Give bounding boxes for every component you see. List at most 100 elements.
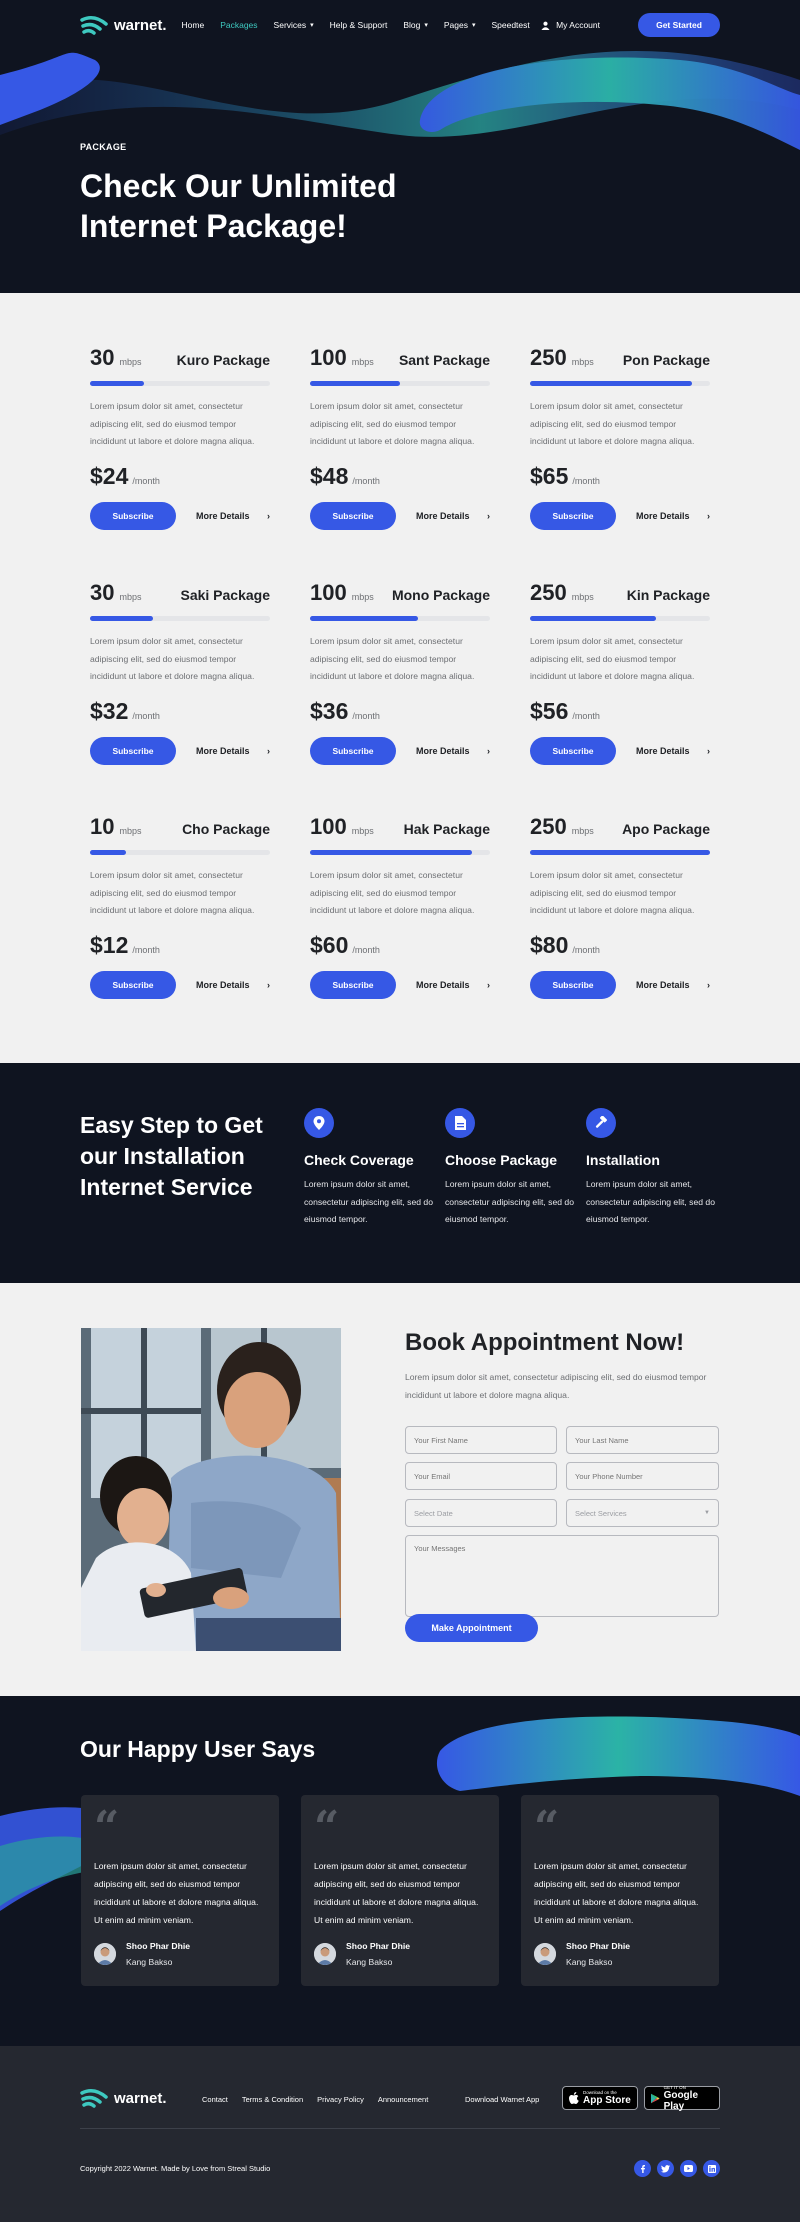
wifi-logo-icon	[80, 2089, 108, 2108]
services-select[interactable]: Select Services ▼	[566, 1499, 719, 1527]
first-name-field[interactable]	[405, 1426, 557, 1454]
package-actions: Subscribe More Details ›	[530, 970, 710, 999]
linkedin-icon[interactable]	[703, 2160, 720, 2177]
nav-item-speedtest[interactable]: Speedtest	[491, 20, 529, 30]
footer-link-announcement[interactable]: Announcement	[378, 2095, 428, 2104]
steps-title: Easy Step to Get our Installation Intern…	[80, 1112, 263, 1200]
footer-logo[interactable]: warnet.	[80, 2087, 167, 2109]
author-name: Shoo Phar Dhie	[126, 1941, 190, 1951]
subscribe-button[interactable]: Subscribe	[90, 736, 176, 765]
footer-link-terms[interactable]: Terms & Condition	[242, 2095, 303, 2104]
speed-bar	[90, 850, 270, 855]
nav-item-home[interactable]: Home	[182, 20, 205, 30]
youtube-icon[interactable]	[680, 2160, 697, 2177]
get-started-button[interactable]: Get Started	[638, 13, 720, 37]
copyright-text: Copyright 2022 Warnet. Made by Love from…	[80, 2164, 271, 2173]
quote-icon: “	[94, 1802, 120, 1853]
my-account-link[interactable]: My Account	[541, 20, 600, 30]
subscribe-button[interactable]: Subscribe	[530, 736, 616, 765]
package-speed-unit: mbps	[571, 826, 594, 836]
app-store-label: App Store	[583, 2095, 631, 2106]
phone-field[interactable]	[566, 1462, 719, 1490]
nav-item-label: Packages	[220, 20, 258, 30]
more-details-label: More Details	[636, 745, 690, 756]
social-links	[634, 2160, 720, 2177]
nav-item-pages[interactable]: Pages ▾	[444, 20, 476, 30]
price-period: /month	[572, 710, 600, 721]
subscribe-button[interactable]: Subscribe	[90, 970, 176, 999]
nav-item-label: Help & Support	[329, 20, 388, 30]
logo-text: warnet.	[114, 2089, 167, 2107]
package-speed-unit: mbps	[119, 592, 142, 602]
footer-link-privacy[interactable]: Privacy Policy	[317, 2095, 364, 2104]
logo[interactable]: warnet.	[80, 14, 167, 36]
package-speed-unit: mbps	[119, 357, 142, 367]
nav-item-packages[interactable]: Packages	[220, 20, 257, 30]
more-details-link[interactable]: More Details ›	[196, 511, 270, 521]
package-card: 250 mbps Kin Package Lorem ipsum dolor sit …	[530, 580, 710, 765]
package-header: 250 mbps Pon Package	[530, 345, 710, 371]
package-card: 250 mbps Pon Package Lorem ipsum dolor sit …	[530, 345, 710, 530]
step-description: Lorem ipsum dolor sit amet, consectetur …	[586, 1179, 715, 1224]
nav-item-help-support[interactable]: Help & Support	[330, 20, 388, 30]
nav-item-services[interactable]: Services ▾	[274, 20, 314, 30]
nav-item-blog[interactable]: Blog ▾	[403, 20, 428, 30]
my-account-label: My Account	[556, 20, 600, 30]
step-description: Lorem ipsum dolor sit amet, consectetur …	[304, 1179, 433, 1224]
more-details-link[interactable]: More Details ›	[636, 746, 710, 756]
last-name-field[interactable]	[566, 1426, 719, 1454]
package-name: Apo Package	[622, 821, 710, 837]
more-details-label: More Details	[196, 979, 250, 990]
package-name: Mono Package	[391, 587, 490, 603]
avatar	[314, 1943, 336, 1965]
testimonial-card: “ Lorem ipsum dolor sit amet, consectetur…	[521, 1795, 719, 1986]
message-field[interactable]	[405, 1535, 719, 1617]
more-details-link[interactable]: More Details ›	[416, 511, 490, 521]
appointment-section: Book Appointment Now! Lorem ipsum dolor …	[0, 1283, 800, 1696]
make-appointment-button[interactable]: Make Appointment	[405, 1614, 538, 1642]
app-store-button[interactable]: Download on the App Store	[562, 2086, 638, 2110]
package-speed-unit: mbps	[351, 826, 374, 836]
more-details-label: More Details	[196, 745, 250, 756]
subscribe-button[interactable]: Subscribe	[530, 970, 616, 999]
more-details-link[interactable]: More Details ›	[416, 746, 490, 756]
subscribe-button[interactable]: Subscribe	[90, 501, 176, 530]
more-details-link[interactable]: More Details ›	[196, 980, 270, 990]
google-play-label: Google Play	[663, 2089, 699, 2112]
package-card: 100 mbps Hak Package Lorem ipsum dolor sit …	[310, 814, 490, 999]
package-name: Pon Package	[622, 352, 710, 368]
package-header: 250 mbps Kin Package	[530, 580, 710, 606]
subscribe-button[interactable]: Subscribe	[310, 736, 396, 765]
speed-bar	[530, 616, 710, 621]
facebook-icon[interactable]	[634, 2160, 651, 2177]
subscribe-button[interactable]: Subscribe	[530, 501, 616, 530]
chevron-right-icon: ›	[267, 510, 270, 521]
more-details-link[interactable]: More Details ›	[636, 980, 710, 990]
more-details-link[interactable]: More Details ›	[416, 980, 490, 990]
testimonial-text: Lorem ipsum dolor sit amet, consectetur …	[94, 1861, 259, 1925]
package-description: Lorem ipsum dolor sit amet, consectetur …	[310, 870, 475, 915]
package-speed: 100	[310, 345, 347, 370]
hero-section: warnet. Home Packages Services ▾ Help & Supp…	[0, 0, 800, 293]
subscribe-button[interactable]: Subscribe	[310, 501, 396, 530]
chevron-right-icon: ›	[267, 979, 270, 990]
email-field[interactable]	[405, 1462, 557, 1490]
step-choose-package: Choose Package Lorem ipsum dolor sit ame…	[445, 1108, 585, 1229]
twitter-icon[interactable]	[657, 2160, 674, 2177]
speed-bar-fill	[90, 850, 126, 855]
author-location: Kang Bakso	[126, 1957, 173, 1967]
price-amount: $24	[90, 462, 129, 489]
package-header: 250 mbps Apo Package	[530, 814, 710, 840]
price-period: /month	[352, 944, 380, 955]
more-details-label: More Details	[636, 510, 690, 521]
more-details-link[interactable]: More Details ›	[196, 746, 270, 756]
testimonial-author: Shoo Phar Dhie Kang Bakso	[94, 1941, 266, 1967]
more-details-label: More Details	[416, 510, 470, 521]
google-play-button[interactable]: GET IT ON Google Play	[644, 2085, 720, 2112]
date-select[interactable]: Select Date	[405, 1499, 557, 1527]
price-amount: $32	[90, 697, 129, 724]
subscribe-button[interactable]: Subscribe	[310, 970, 396, 999]
more-details-link[interactable]: More Details ›	[636, 511, 710, 521]
package-speed: 100	[310, 814, 347, 839]
footer-link-contact[interactable]: Contact	[202, 2095, 228, 2104]
